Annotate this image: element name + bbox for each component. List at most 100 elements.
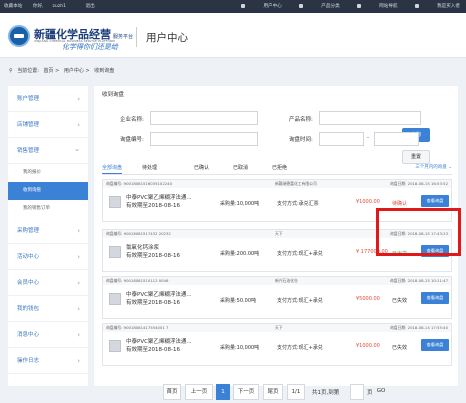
pay-method: 支付方式:承兑汇票 — [277, 201, 319, 207]
tab-1[interactable]: 待处理 — [142, 164, 157, 171]
tab-0[interactable]: 全部询盘 — [102, 164, 123, 174]
pay-method: 支付方式:现汇+承兑 — [277, 298, 323, 304]
order-date: 询盘日期: 2018-08-14 17:55:40 — [390, 325, 448, 330]
grid-icon — [299, 3, 304, 8]
order-amount: ¥5000.00 — [356, 296, 380, 302]
location-icon: ⚲ — [9, 68, 13, 74]
order-amount: ¥1000.00 — [356, 343, 380, 349]
date-end-input[interactable] — [374, 132, 419, 146]
pager-count: 1/1 — [287, 384, 305, 400]
tab-4[interactable]: 已拒绝 — [272, 164, 287, 171]
breadcrumb-current: 收到询盘 — [94, 68, 115, 74]
time-range-dropdown[interactable]: 三个月内的询盘 ⌄ — [415, 164, 452, 170]
sidebar-group-8[interactable]: 操作日志 — [8, 348, 88, 374]
sidebar-item-2-1[interactable]: 收到询盘 — [8, 182, 88, 200]
purchase-qty: 采购量:10,000吨 — [220, 201, 260, 207]
order-header: 询盘编号: 90018081417554001 7 天下 询盘日期: 2018-08… — [103, 324, 451, 332]
username: zuzh1 — [52, 4, 67, 9]
product-name[interactable]: 中泰PVC聚乙烯糊浮法通... — [126, 338, 192, 346]
page-title: 用户中心 — [146, 32, 188, 44]
buyer-link[interactable]: 我是买入者 — [415, 3, 460, 9]
pager-total: 共1页,到第 — [312, 390, 340, 396]
page-input[interactable] — [350, 384, 364, 400]
highlight-box — [376, 208, 461, 256]
sidebar-item-2-0[interactable]: 我的报价 — [8, 164, 88, 182]
valid-until: 有效期至2018-08-16 — [126, 253, 180, 259]
bookmark-link[interactable]: 收藏本站 — [4, 4, 22, 9]
company-label: 企业名称: — [120, 117, 144, 123]
sidebar-group-4[interactable]: 活动中心 — [8, 244, 88, 270]
order-company: 新疆瑞德富化工有限公司 — [275, 181, 317, 186]
product-info[interactable]: 中泰PVC聚乙烯糊浮法通... 有效期至2018-08-16 — [126, 338, 192, 354]
product-name[interactable]: 中泰PVC聚乙烯糊浮法通... — [126, 291, 192, 299]
product-info[interactable]: 中泰PVC聚乙烯糊浮法通... 有效期至2018-08-16 — [126, 291, 192, 307]
nav-icon — [357, 3, 362, 8]
sidebar-group-6[interactable]: 我的钱包 — [8, 296, 88, 322]
inquiry-no-input[interactable] — [150, 132, 258, 146]
date-separator: - — [367, 135, 369, 141]
valid-until: 有效期至2018-08-16 — [126, 300, 180, 306]
sidebar-group-0[interactable]: 账户管理 — [8, 86, 88, 112]
order-card: 询盘编号: 90018081510112 0046 新兴石油化仓 询盘日期: 201… — [102, 276, 452, 319]
go-button[interactable]: GO — [374, 384, 388, 400]
sidebar-group-1[interactable]: 店铺管理 — [8, 112, 88, 138]
order-number: 询盘编号: 90018081517432 20232 — [106, 231, 171, 236]
order-amount: ¥1000.00 — [356, 199, 380, 205]
reset-button[interactable]: 重置 — [402, 150, 430, 164]
pager-prev[interactable]: 上一页 — [185, 384, 213, 400]
date-start-input[interactable] — [319, 132, 364, 146]
logo-icon[interactable] — [8, 25, 30, 47]
sidebar: 账户管理店铺管理销售管理我的报价收到询盘我的销售订单采购管理活动中心会员中心我的… — [8, 86, 88, 386]
sidebar-group-5[interactable]: 会员中心 — [8, 270, 88, 296]
product-thumbnail[interactable] — [109, 196, 121, 208]
sidebar-group-7[interactable]: 消息中心 — [8, 322, 88, 348]
pager-last[interactable]: 尾页 — [263, 384, 283, 400]
pager-first[interactable]: 首页 — [163, 384, 181, 400]
tab-2[interactable]: 已确认 — [194, 164, 209, 171]
purchase-qty: 采购量:10,000吨 — [220, 345, 260, 351]
logout-link[interactable]: 退出 — [86, 4, 95, 9]
pager-current[interactable]: 1 — [216, 384, 230, 400]
order-company: 新兴石油化仓 — [275, 278, 298, 283]
product-category-link[interactable]: 产品分类 — [299, 3, 340, 9]
header-divider — [136, 27, 137, 47]
company-input[interactable] — [150, 111, 258, 125]
pager-next[interactable]: 下一页 — [233, 384, 259, 400]
status-badge: 已失效 — [392, 298, 408, 304]
sidebar-group-3[interactable]: 采购管理 — [8, 218, 88, 244]
pager-page-unit: 页 — [367, 390, 373, 396]
tab-bar: 三个月内的询盘 ⌄ 全部询盘 待处理 已确认 已取消 已拒绝 — [102, 163, 452, 175]
product-info[interactable]: 氯氧化钙涂浆 有效期至2018-08-16 — [126, 244, 180, 260]
valid-until: 有效期至2018-08-16 — [126, 347, 180, 353]
order-number: 询盘编号: 90018081516035102240 — [106, 181, 172, 186]
view-inquiry-button[interactable]: 查看询盘 — [421, 339, 449, 351]
user-icon — [241, 3, 246, 8]
product-input[interactable] — [319, 111, 421, 125]
tab-3[interactable]: 已取消 — [233, 164, 248, 171]
inquiry-time-label: 询盘时间: — [289, 137, 313, 143]
product-thumbnail[interactable] — [109, 340, 121, 352]
user-center-link[interactable]: 用户中心 — [241, 3, 282, 9]
product-label: 产品名称: — [289, 117, 313, 123]
view-inquiry-button[interactable]: 查看询盘 — [421, 195, 449, 207]
breadcrumb-user-center[interactable]: 用户中心 > — [64, 68, 90, 74]
view-inquiry-button[interactable]: 查看询盘 — [421, 292, 449, 304]
purchase-qty: 采购量:200.00吨 — [220, 251, 260, 257]
breadcrumb-home[interactable]: 首页 > — [44, 68, 60, 74]
sidebar-item-2-2[interactable]: 我的销售订单 — [8, 200, 88, 218]
cart-icon — [415, 3, 420, 8]
site-nav-link[interactable]: 网站导航 — [357, 3, 398, 9]
panel-title: 收到询盘 — [102, 92, 125, 98]
product-name[interactable]: 中泰PVC聚乙烯糊浮法通... — [126, 194, 192, 202]
pay-method: 支付方式:现汇+承兑 — [277, 251, 323, 257]
product-thumbnail[interactable] — [109, 246, 121, 258]
brand-signature: 化学得你们还是给 — [62, 43, 118, 51]
product-info[interactable]: 中泰PVC聚乙烯糊浮法通... 有效期至2018-08-16 — [126, 194, 192, 210]
sidebar-group-2[interactable]: 销售管理 — [8, 136, 88, 164]
order-number: 询盘编号: 90018081417554001 7 — [106, 325, 169, 330]
breadcrumb: ⚲ 当前位置: 首页 > 用户中心 > 收到询盘 — [9, 68, 115, 74]
status-badge: 待确认 — [392, 201, 408, 207]
product-name[interactable]: 氯氧化钙涂浆 — [126, 244, 180, 252]
product-thumbnail[interactable] — [109, 293, 121, 305]
top-bar: 收藏本站 你好, zuzh1 退出 用户中心 产品分类 网站导航 我是买入者 — [0, 0, 466, 13]
